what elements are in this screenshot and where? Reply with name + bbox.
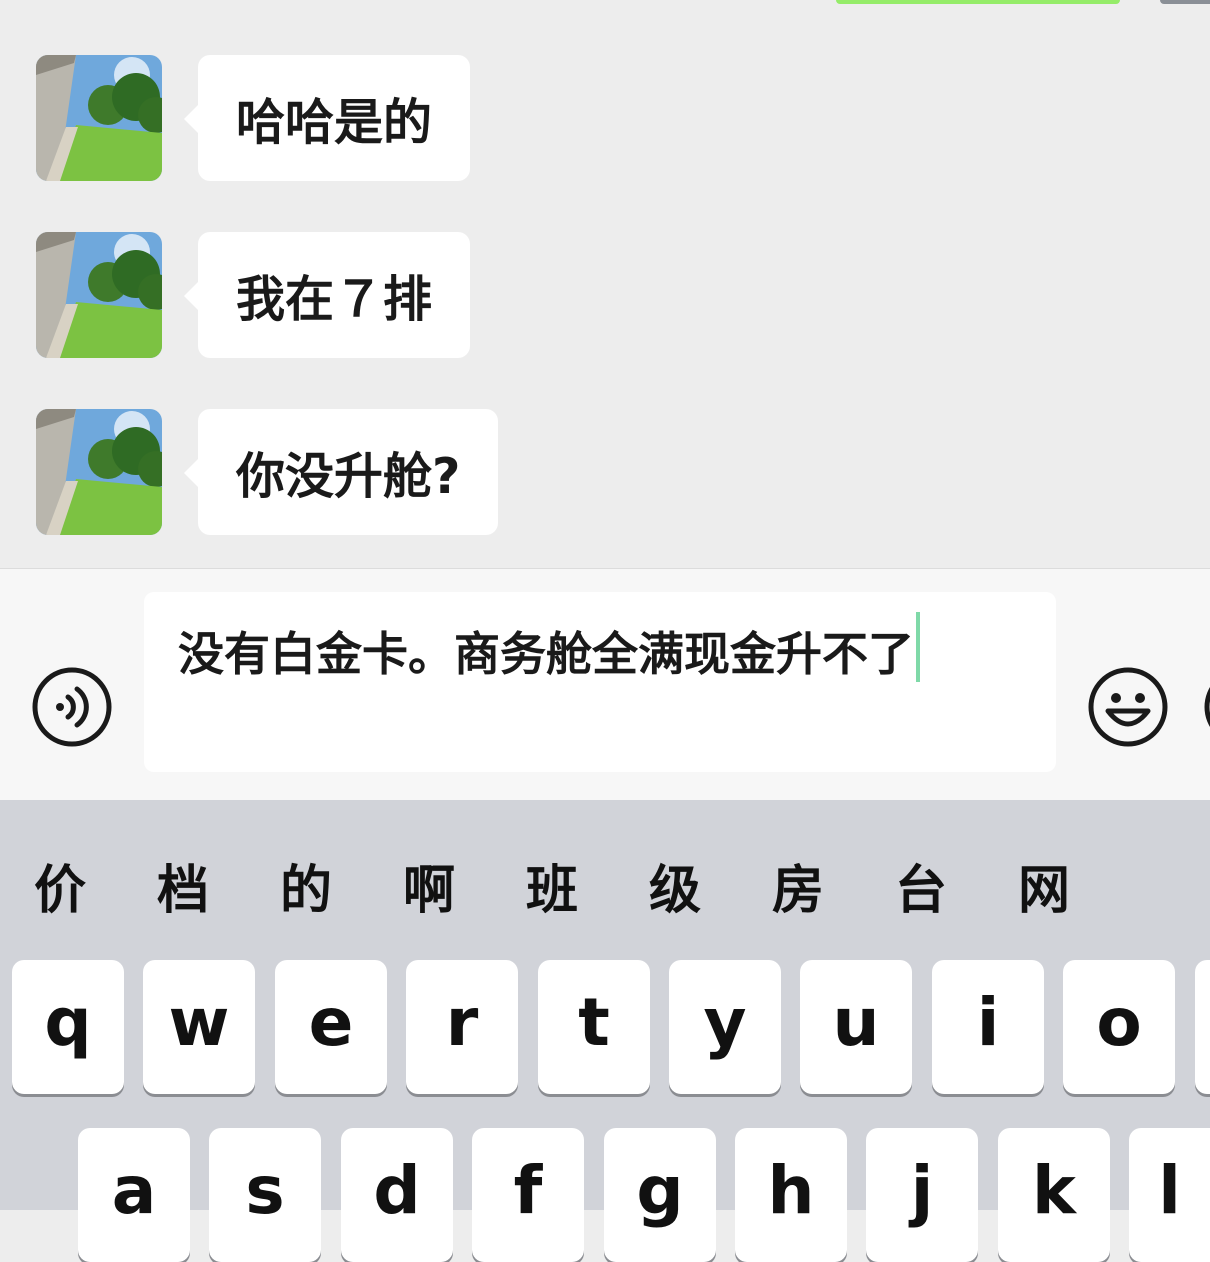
key-e[interactable]: e: [275, 960, 387, 1094]
avatar-edge: [1160, 0, 1210, 4]
message-bubble[interactable]: 我在７排: [183, 232, 471, 358]
key-a[interactable]: a: [78, 1128, 190, 1262]
candidate-word[interactable]: 网: [1018, 848, 1070, 923]
key-u[interactable]: u: [800, 960, 912, 1094]
emoji-button[interactable]: [1088, 667, 1168, 747]
input-text: 没有白金卡。商务舱全满现金升不了: [178, 627, 914, 681]
plus-icon: [1204, 686, 1210, 728]
message-input[interactable]: 没有白金卡。商务舱全满现金升不了: [144, 592, 1056, 772]
message-bubble[interactable]: 哈哈是的: [183, 55, 471, 181]
candidate-word[interactable]: 级: [649, 848, 701, 923]
key-t[interactable]: t: [538, 960, 650, 1094]
key-q[interactable]: q: [12, 960, 124, 1094]
key-j[interactable]: j: [866, 1128, 978, 1262]
more-button[interactable]: [1204, 667, 1210, 747]
key-d[interactable]: d: [341, 1128, 453, 1262]
candidate-word[interactable]: 班: [526, 848, 578, 923]
voice-icon: [32, 667, 112, 747]
avatar-photo-icon: [36, 232, 162, 358]
avatar-photo-icon: [36, 55, 162, 181]
candidate-word[interactable]: 的: [280, 848, 332, 923]
key-p[interactable]: [1195, 960, 1210, 1094]
candidate-word[interactable]: 台: [895, 848, 947, 923]
text-caret: [916, 612, 920, 682]
key-h[interactable]: h: [735, 1128, 847, 1262]
key-r[interactable]: r: [406, 960, 518, 1094]
voice-button[interactable]: [32, 667, 112, 747]
candidate-word[interactable]: 啊: [403, 848, 455, 923]
candidate-word[interactable]: 房: [772, 848, 824, 923]
key-o[interactable]: o: [1063, 960, 1175, 1094]
avatar[interactable]: [36, 55, 162, 181]
avatar[interactable]: [36, 409, 162, 535]
candidate-word[interactable]: 价: [34, 848, 86, 923]
key-i[interactable]: i: [932, 960, 1044, 1094]
key-s[interactable]: s: [209, 1128, 321, 1262]
key-f[interactable]: f: [472, 1128, 584, 1262]
candidate-word[interactable]: 档: [157, 848, 209, 923]
key-k[interactable]: k: [998, 1128, 1110, 1262]
emoji-icon: [1088, 667, 1168, 747]
key-y[interactable]: y: [669, 960, 781, 1094]
avatar-photo-icon: [36, 409, 162, 535]
avatar[interactable]: [36, 232, 162, 358]
message-bubble[interactable]: 你没升舱?: [183, 409, 499, 535]
sent-bubble-edge: [836, 0, 1120, 4]
key-l[interactable]: l: [1129, 1128, 1210, 1262]
key-w[interactable]: w: [143, 960, 255, 1094]
key-g[interactable]: g: [604, 1128, 716, 1262]
